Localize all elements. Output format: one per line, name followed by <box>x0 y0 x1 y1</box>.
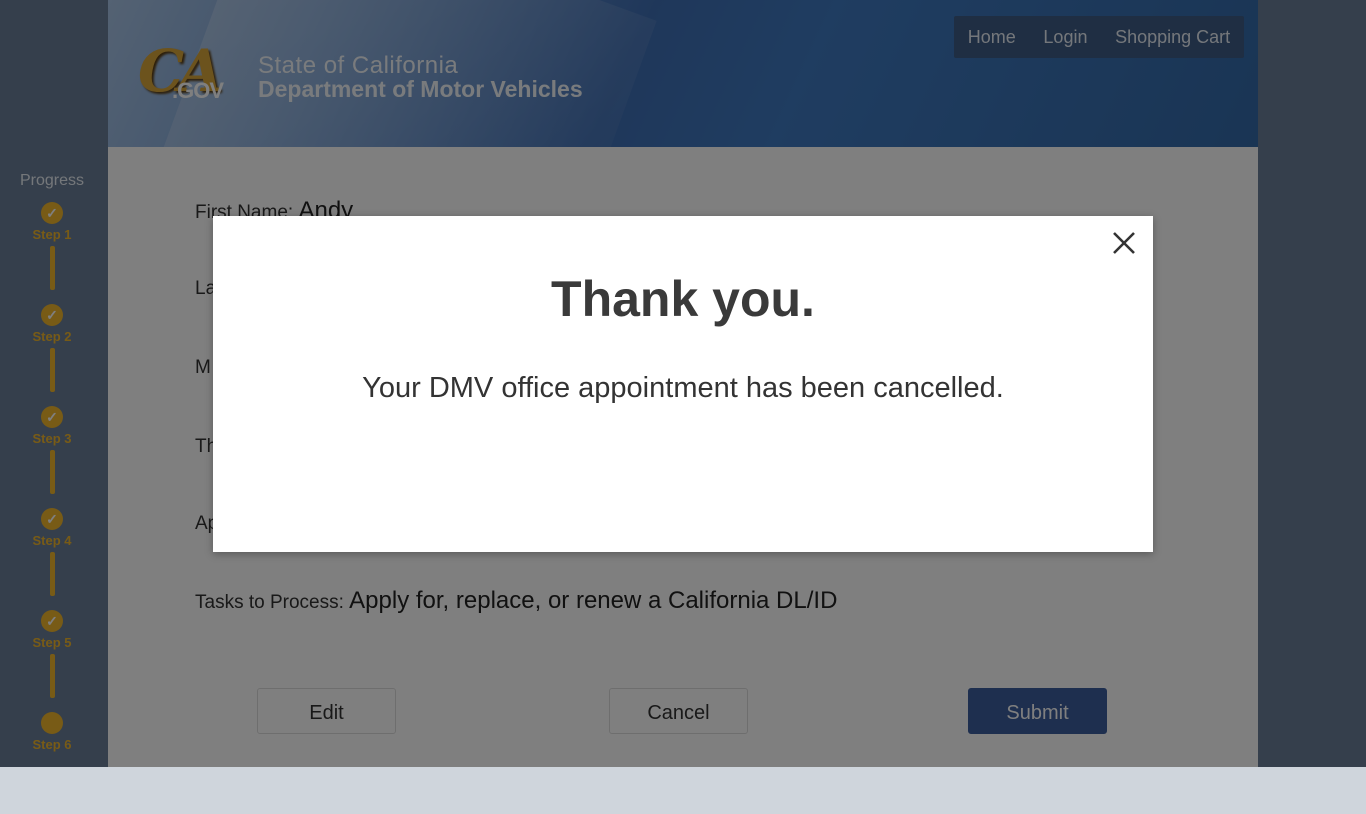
confirmation-modal: Thank you. Your DMV office appointment h… <box>213 216 1153 552</box>
close-icon[interactable] <box>1109 228 1139 258</box>
modal-message: Your DMV office appointment has been can… <box>362 372 1004 404</box>
modal-title: Thank you. <box>551 271 815 327</box>
